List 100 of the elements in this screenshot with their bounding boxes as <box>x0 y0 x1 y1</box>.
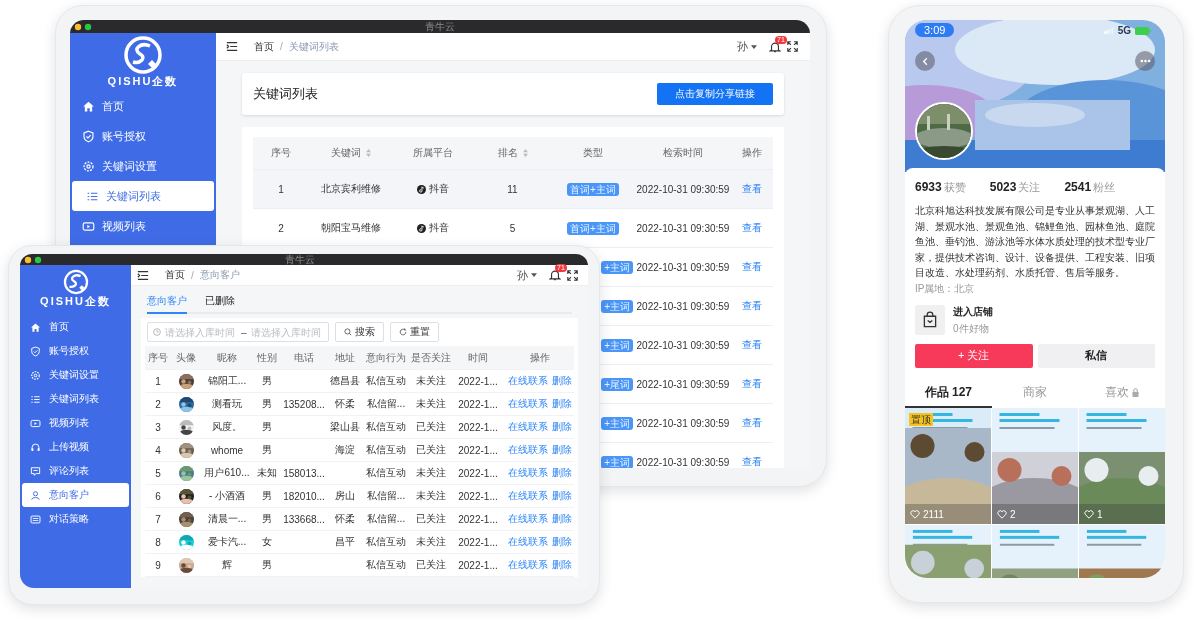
table-cell-text: 未关注 <box>415 374 447 388</box>
tab[interactable]: 意向客户 <box>147 294 187 314</box>
sidebar-item[interactable]: 账号授权 <box>72 121 214 151</box>
column-header: 性别 <box>256 350 278 365</box>
contact-link[interactable]: 在线联系 <box>507 466 548 480</box>
delete-link[interactable]: 删除 <box>551 466 572 480</box>
table-cell-text: 私信互动 <box>365 466 407 480</box>
view-link[interactable]: 查看 <box>741 338 762 352</box>
table-cell: 怀柔 <box>335 512 355 526</box>
type-tag: +主词 <box>601 299 633 313</box>
table-cell-text: 2022-10-31 09:30:59 <box>635 338 731 353</box>
column-header[interactable]: 排名 <box>472 137 553 169</box>
contact-link[interactable]: 在线联系 <box>507 443 548 457</box>
table-cell-text: 3 <box>154 420 162 435</box>
contact-link[interactable]: 在线联系 <box>507 374 548 388</box>
sidebar-item[interactable]: 关键词列表 <box>72 181 214 211</box>
sidebar-item[interactable]: 视频列表 <box>72 211 214 241</box>
column-header: 类型 <box>582 146 604 160</box>
contact-link[interactable]: 在线联系 <box>507 420 548 434</box>
type-tag: +主词 <box>601 416 633 430</box>
delete-link[interactable]: 删除 <box>551 512 572 526</box>
breadcrumb-link[interactable]: 首页 <box>165 268 185 282</box>
refresh-icon <box>398 328 407 336</box>
tab[interactable]: 喜欢 <box>1078 379 1165 408</box>
fullscreen-icon[interactable] <box>787 41 798 52</box>
sidebar-item[interactable]: 评论列表 <box>22 459 129 483</box>
stat-label: 关注 <box>1018 180 1041 195</box>
menu-icon[interactable] <box>226 41 238 52</box>
user-menu[interactable]: 孙 <box>737 39 757 54</box>
table-cell: 11 <box>507 183 518 195</box>
video-icon <box>82 219 95 233</box>
date-range-field[interactable]: 请选择入库时间 – 请选择入库时间 <box>147 322 329 342</box>
table-cell-text: 6 <box>154 489 162 504</box>
view-link[interactable]: 查看 <box>741 377 762 391</box>
delete-link[interactable]: 删除 <box>551 397 572 411</box>
sidebar-item[interactable]: 意向客户 <box>22 483 129 507</box>
sidebar-item[interactable]: 对话策略 <box>22 507 129 531</box>
column-header[interactable]: 关键词 <box>309 137 393 169</box>
sidebar-item[interactable]: 关键词设置 <box>72 151 214 181</box>
table-cell-text: 男 <box>261 443 273 457</box>
sidebar-item[interactable]: 上传视频 <box>22 435 129 459</box>
contact-link[interactable]: 在线联系 <box>507 489 548 503</box>
table-cell-text: 用户610... <box>203 466 251 480</box>
view-link[interactable]: 查看 <box>741 260 762 274</box>
delete-link[interactable]: 删除 <box>551 443 572 457</box>
sidebar-item[interactable]: 首页 <box>22 315 129 339</box>
music-note-icon <box>416 184 426 194</box>
bell-icon[interactable] <box>549 269 561 281</box>
delete-link[interactable]: 删除 <box>551 374 572 388</box>
search-button[interactable]: 搜索 <box>334 322 384 342</box>
message-button[interactable]: 私信 <box>1037 343 1155 368</box>
delete-link[interactable]: 删除 <box>551 489 572 503</box>
view-link[interactable]: 查看 <box>741 416 762 430</box>
video-icon <box>30 417 41 429</box>
breadcrumb-current: 意向客户 <box>199 268 240 282</box>
end-date-input[interactable]: 请选择入库时间 <box>250 326 323 338</box>
bell-icon[interactable] <box>769 40 781 53</box>
delete-link[interactable]: 删除 <box>551 558 572 572</box>
sidebar-item[interactable]: 关键词设置 <box>22 363 129 387</box>
table-cell-text: 男 <box>261 420 273 434</box>
tab[interactable]: 已删除 <box>205 294 235 314</box>
contact-link[interactable]: 在线联系 <box>507 397 548 411</box>
sidebar-item[interactable]: 关键词列表 <box>22 387 129 411</box>
table-cell-text: 2022-1... <box>457 443 499 458</box>
search-icon <box>343 328 352 336</box>
sidebar-item[interactable]: 首页 <box>72 91 214 121</box>
reset-button[interactable]: 重置 <box>389 322 439 342</box>
tab[interactable]: 商家 <box>991 379 1079 408</box>
music-note-icon <box>416 223 426 233</box>
shop-link[interactable]: 进入店铺 <box>953 304 993 319</box>
contact-link[interactable]: 在线联系 <box>507 558 548 572</box>
breadcrumb-link[interactable]: 首页 <box>254 39 274 54</box>
shopping-bag-icon[interactable] <box>915 305 945 335</box>
view-link[interactable]: 查看 <box>741 455 762 468</box>
table-cell-text: 男 <box>261 512 273 526</box>
view-link[interactable]: 查看 <box>741 299 762 313</box>
share-button[interactable]: 点击复制分享链接 <box>657 83 773 105</box>
start-date-input[interactable]: 请选择入库时间 <box>165 326 237 338</box>
table-cell-text: - 小酒酒 <box>207 489 247 503</box>
window-title: 青牛云 <box>285 254 315 265</box>
table-cell-text: 9 <box>154 558 162 573</box>
delete-link[interactable]: 删除 <box>551 420 572 434</box>
sidebar-item[interactable]: 账号授权 <box>22 339 129 363</box>
contact-link[interactable]: 在线联系 <box>507 512 548 526</box>
menu-icon[interactable] <box>137 269 149 281</box>
table-cell-text: 2022-1... <box>457 397 499 412</box>
delete-link[interactable]: 删除 <box>551 535 572 549</box>
table-cell-text: 风度。 <box>211 420 243 434</box>
follow-button[interactable]: + 关注 <box>915 343 1033 368</box>
table-cell-text: 2022-10-31 09:30:59 <box>635 455 731 468</box>
view-link[interactable]: 查看 <box>741 182 762 196</box>
column-header: 电话 <box>293 350 315 365</box>
logo-icon <box>123 35 163 75</box>
fullscreen-icon[interactable] <box>567 269 578 281</box>
contact-link[interactable]: 在线联系 <box>507 535 548 549</box>
type-tag: 首词+主词 <box>567 182 619 196</box>
view-link[interactable]: 查看 <box>741 221 762 235</box>
table-cell-text: 男 <box>261 489 273 503</box>
sidebar-item[interactable]: 视频列表 <box>22 411 129 435</box>
user-menu[interactable]: 孙 <box>517 267 537 283</box>
